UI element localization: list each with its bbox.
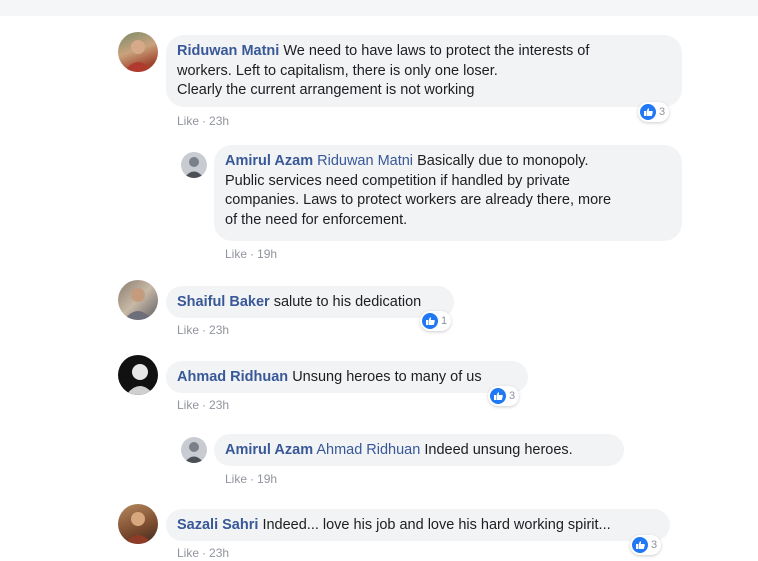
like-link[interactable]: Like (177, 114, 199, 128)
reaction-count-badge[interactable]: 3 (638, 102, 670, 122)
comment-bubble: Amirul Azam Ahmad Ridhuan Indeed unsung … (214, 434, 624, 466)
comment-time[interactable]: 19h (257, 247, 277, 261)
comment-meta: Like · 19h (225, 472, 278, 486)
comment-author[interactable]: Riduwan Matni (177, 43, 279, 59)
avatar-photo-icon (126, 364, 154, 395)
like-link[interactable]: Like (177, 323, 199, 337)
comment-text-line: Indeed unsung heroes. (424, 442, 573, 458)
comment-author[interactable]: Amirul Azam (225, 442, 313, 458)
thumbs-up-icon (640, 104, 656, 120)
comment-author[interactable]: Amirul Azam (225, 153, 313, 169)
top-bar (0, 0, 758, 16)
comment-text-line: companies. Laws to protect workers are a… (225, 192, 612, 208)
avatar-photo-icon (124, 512, 152, 544)
like-link[interactable]: Like (177, 546, 199, 560)
comment-author[interactable]: Ahmad Ridhuan (177, 369, 288, 385)
comment-bubble: Shaiful Baker salute to his dedication (166, 286, 454, 318)
comment-bubble: Sazali Sahri Indeed... love his job and … (166, 509, 670, 541)
thumbs-up-icon (632, 537, 648, 553)
comment-meta: Like · 23h (177, 323, 230, 337)
avatar[interactable] (181, 152, 207, 178)
reaction-count-badge[interactable]: 3 (630, 535, 662, 555)
avatar[interactable] (118, 504, 158, 544)
reaction-count: 3 (651, 539, 658, 551)
comment-text-line: Indeed... love his job and love his hard… (262, 517, 611, 533)
comment-time[interactable]: 23h (209, 114, 229, 128)
avatar[interactable] (181, 437, 207, 463)
comment-text-line: Clearly the current arrangement is not w… (177, 82, 475, 98)
comment-text-line: Public services need competition if hand… (225, 172, 570, 189)
reaction-count-badge[interactable]: 3 (488, 386, 520, 406)
comment-time[interactable]: 19h (257, 472, 277, 486)
comment-time[interactable]: 23h (209, 546, 229, 560)
avatar[interactable] (118, 280, 158, 320)
comment-bubble: Riduwan Matni We need to have laws to pr… (166, 35, 682, 107)
avatar-photo-icon (184, 442, 204, 463)
avatar-photo-icon (124, 40, 152, 72)
avatar[interactable] (118, 32, 158, 72)
avatar[interactable] (118, 355, 158, 395)
comment-bubble: Ahmad Ridhuan Unsung heroes to many of u… (166, 361, 528, 393)
mention-link[interactable]: Riduwan Matni (317, 153, 413, 169)
reaction-count-badge[interactable]: 1 (420, 311, 452, 331)
comment-meta: Like · 23h (177, 546, 230, 560)
comment-text-line: salute to his dedication (273, 294, 422, 310)
comment-author[interactable]: Sazali Sahri (177, 517, 258, 533)
thumbs-up-icon (422, 313, 438, 329)
comment-text-line: of the need for enforcement. (225, 211, 408, 228)
comment-time[interactable]: 23h (209, 398, 229, 412)
reaction-count: 3 (659, 106, 666, 118)
comment-text-line: Basically due to monopoly. (417, 153, 589, 169)
like-link[interactable]: Like (225, 472, 247, 486)
comment-author[interactable]: Shaiful Baker (177, 294, 270, 310)
thumbs-up-icon (490, 388, 506, 404)
like-link[interactable]: Like (225, 247, 247, 261)
comment-meta: Like · 23h (177, 114, 230, 128)
reaction-count: 1 (441, 315, 448, 327)
comment-text-line: workers. Left to capitalism, there is on… (177, 62, 498, 79)
comment-time[interactable]: 23h (209, 323, 229, 337)
comment-text-line: Unsung heroes to many of us (292, 369, 482, 385)
comment-meta: Like · 23h (177, 398, 230, 412)
like-link[interactable]: Like (177, 398, 199, 412)
avatar-photo-icon (124, 288, 152, 320)
mention-link[interactable]: Ahmad Ridhuan (316, 442, 420, 458)
comment-bubble: Amirul Azam Riduwan Matni Basically due … (214, 145, 682, 241)
comment-meta: Like · 19h (225, 247, 278, 261)
reaction-count: 3 (509, 390, 516, 402)
comment-text-line: We need to have laws to protect the inte… (283, 43, 590, 59)
avatar-photo-icon (184, 157, 204, 178)
